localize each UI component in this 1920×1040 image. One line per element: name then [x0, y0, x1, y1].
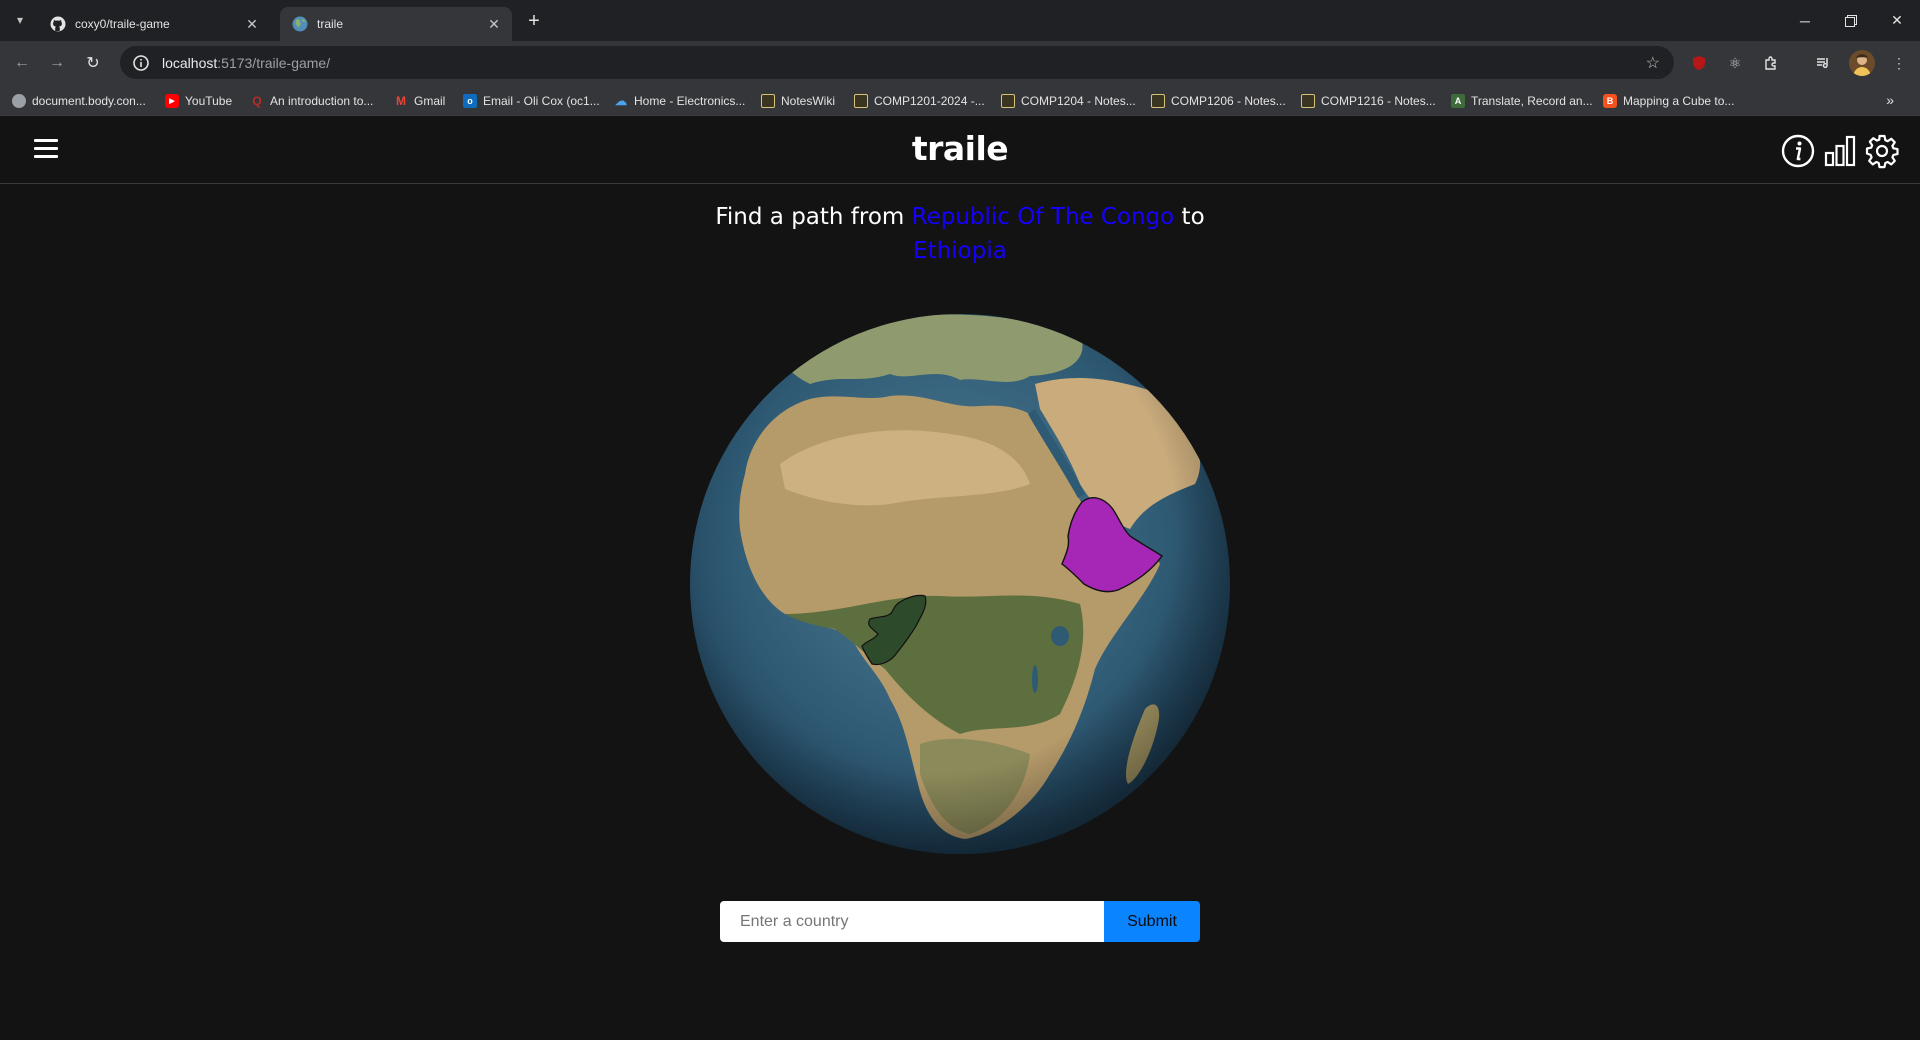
more-bookmarks-chevron-icon[interactable]: » [1886, 92, 1894, 108]
bookmark-label: Gmail [414, 94, 446, 108]
quora-icon: Q [252, 94, 262, 108]
chip-icon [1301, 94, 1315, 108]
info-icon[interactable] [1780, 133, 1816, 169]
prompt-prefix: Find a path from [715, 204, 905, 230]
end-country: Ethiopia [913, 238, 1007, 264]
prompt-connector: to [1181, 204, 1205, 230]
bookmark-label: Mapping a Cube to... [1623, 94, 1735, 108]
browser-tab-github[interactable]: coxy0/traile-game ✕ [38, 7, 270, 41]
ublock-extension-icon[interactable] [1688, 52, 1710, 74]
gmail-icon: M [396, 94, 406, 108]
chip-icon [1001, 94, 1015, 108]
bookmark-label: Translate, Record an... [1471, 94, 1593, 108]
tab-title: coxy0/traile-game [75, 17, 170, 31]
bookmark-label: An introduction to... [270, 94, 374, 108]
bookmark-item[interactable]: ▶ YouTube [165, 92, 232, 110]
translate-icon: A [1451, 94, 1465, 108]
site-info-icon[interactable] [132, 54, 150, 72]
path-prompt: Find a path from Republic Of The Congo t… [660, 200, 1260, 268]
bookmark-item[interactable]: NotesWiki [761, 92, 835, 110]
app-title: traile [911, 129, 1009, 168]
chip-icon [761, 94, 775, 108]
chip-icon [854, 94, 868, 108]
restore-window-icon[interactable] [1828, 0, 1874, 41]
cloud-icon: ☁ [615, 94, 627, 108]
bookmark-label: COMP1204 - Notes... [1021, 94, 1136, 108]
bookmark-item[interactable]: M Gmail [394, 92, 445, 110]
globe-map[interactable] [690, 314, 1230, 854]
bookmark-item[interactable]: document.body.con... [12, 92, 146, 110]
app-header: traile [0, 117, 1920, 184]
bookmark-item[interactable]: Q An introduction to... [250, 92, 373, 110]
reload-icon[interactable]: ↻ [78, 48, 108, 78]
settings-gear-icon[interactable] [1864, 133, 1900, 169]
tab-search-chevron-icon[interactable]: ▾ [8, 8, 32, 32]
back-arrow-icon[interactable]: ← [7, 48, 37, 78]
bookmarks-bar: document.body.con... ▶ YouTube Q An intr… [0, 84, 1920, 116]
bookmark-item[interactable]: COMP1204 - Notes... [1001, 92, 1136, 110]
browser-tabstrip: ▾ coxy0/traile-game ✕ traile ✕ + ─ ✕ [0, 0, 1920, 41]
browser-menu-kebab-icon[interactable]: ⋮ [1888, 52, 1910, 74]
minimize-window-icon[interactable]: ─ [1782, 0, 1828, 41]
url-host: localhost [162, 54, 218, 71]
traile-app: traile Find a path from Republic Of The … [0, 117, 1920, 1040]
bookmark-star-icon[interactable]: ☆ [1646, 53, 1660, 73]
new-tab-plus-icon[interactable]: + [520, 9, 548, 33]
globe-icon [292, 16, 308, 32]
bookmark-label: NotesWiki [781, 94, 836, 108]
media-controls-icon[interactable] [1812, 52, 1834, 74]
submit-button[interactable]: Submit [1104, 901, 1200, 942]
youtube-icon: ▶ [165, 94, 179, 108]
blogger-icon: B [1603, 94, 1617, 108]
bookmark-label: Email - Oli Cox (oc1... [483, 94, 600, 108]
globe-icon [12, 94, 26, 108]
bookmark-item[interactable]: ☁ Home - Electronics... [614, 92, 745, 110]
guess-form: Submit [720, 901, 1200, 942]
profile-avatar[interactable] [1849, 50, 1875, 76]
github-icon [50, 16, 66, 32]
close-window-icon[interactable]: ✕ [1874, 0, 1920, 41]
react-devtools-extension-icon[interactable]: ⚛ [1724, 52, 1746, 74]
browser-toolbar: ← → ↻ localhost:5173/traile-game/ ☆ ⚛ ⋮ [0, 41, 1920, 84]
outlook-icon: o [463, 94, 477, 108]
bookmark-item[interactable]: o Email - Oli Cox (oc1... [463, 92, 600, 110]
bookmark-item[interactable]: COMP1206 - Notes... [1151, 92, 1286, 110]
tab-title: traile [317, 17, 344, 31]
bookmark-label: document.body.con... [32, 94, 146, 108]
close-tab-icon[interactable]: ✕ [244, 16, 260, 32]
bookmark-label: YouTube [185, 94, 233, 108]
bookmark-label: Home - Electronics... [634, 94, 746, 108]
bookmark-item[interactable]: A Translate, Record an... [1451, 92, 1593, 110]
stats-chart-icon[interactable] [1822, 133, 1858, 169]
country-input[interactable] [720, 901, 1104, 942]
bookmark-label: COMP1206 - Notes... [1171, 94, 1286, 108]
globe-shading [690, 314, 1230, 854]
bookmark-item[interactable]: COMP1201-2024 -... [854, 92, 985, 110]
extensions-puzzle-icon[interactable] [1760, 52, 1782, 74]
address-bar[interactable]: localhost:5173/traile-game/ ☆ [120, 46, 1674, 79]
bookmark-label: COMP1216 - Notes... [1321, 94, 1436, 108]
bookmark-item[interactable]: COMP1216 - Notes... [1301, 92, 1436, 110]
bookmark-label: COMP1201-2024 -... [874, 94, 985, 108]
start-country: Republic Of The Congo [911, 204, 1175, 230]
browser-tab-traile[interactable]: traile ✕ [280, 7, 512, 41]
close-tab-icon[interactable]: ✕ [486, 16, 502, 32]
bookmark-item[interactable]: B Mapping a Cube to... [1603, 92, 1734, 110]
url-path: :5173/traile-game/ [217, 54, 331, 71]
forward-arrow-icon[interactable]: → [42, 48, 72, 78]
chip-icon [1151, 94, 1165, 108]
